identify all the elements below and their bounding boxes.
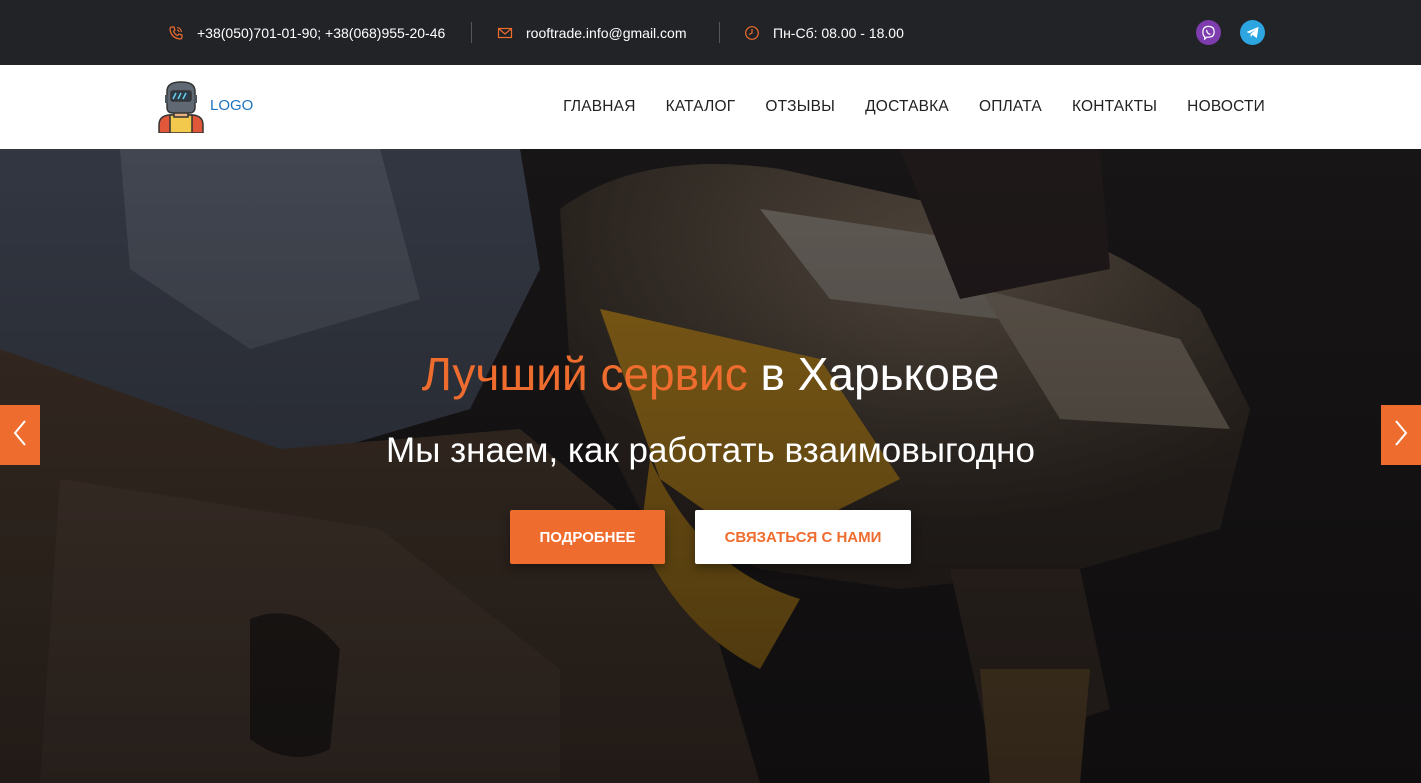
menu-item-payment[interactable]: ОПЛАТА (979, 98, 1042, 116)
email-text: rooftrade.info@gmail.com (526, 24, 687, 41)
chevron-right-icon (1394, 419, 1408, 452)
slider-next-button[interactable] (1381, 405, 1421, 465)
telegram-icon[interactable] (1240, 20, 1265, 45)
hero-title-accent: Лучший сервис (421, 348, 748, 400)
phone-contact[interactable]: +38(050)701-01-90; +38(068)955-20-46 (168, 0, 445, 65)
logo-text[interactable]: LOGO (210, 97, 253, 114)
phone-icon (168, 25, 184, 41)
topbar-divider (719, 22, 720, 43)
menu-item-home[interactable]: ГЛАВНАЯ (563, 98, 636, 116)
hours-text: Пн-Сб: 08.00 - 18.00 (773, 24, 904, 41)
topbar-divider (471, 22, 472, 43)
menu-item-news[interactable]: НОВОСТИ (1187, 98, 1265, 116)
viber-icon[interactable] (1196, 20, 1221, 45)
main-menu: ГЛАВНАЯ КАТАЛОГ ОТЗЫВЫ ДОСТАВКА ОПЛАТА К… (533, 65, 1265, 149)
top-bar: +38(050)701-01-90; +38(068)955-20-46 roo… (0, 0, 1421, 65)
menu-item-delivery[interactable]: ДОСТАВКА (865, 98, 949, 116)
hero-title: Лучший сервис в Харькове (0, 347, 1421, 401)
menu-item-catalog[interactable]: КАТАЛОГ (666, 98, 736, 116)
main-header: LOGO ГЛАВНАЯ КАТАЛОГ ОТЗЫВЫ ДОСТАВКА ОПЛ… (0, 65, 1421, 149)
slider-prev-button[interactable] (0, 405, 40, 465)
email-contact[interactable]: rooftrade.info@gmail.com (497, 0, 687, 65)
hours-info: Пн-Сб: 08.00 - 18.00 (744, 0, 904, 65)
more-details-button[interactable]: ПОДРОБНЕЕ (510, 510, 665, 564)
welder-logo-icon[interactable] (156, 81, 206, 134)
chevron-left-icon (13, 419, 27, 452)
hero-title-rest: в Харькове (747, 348, 1000, 400)
contact-us-button[interactable]: СВЯЗАТЬСЯ С НАМИ (695, 510, 911, 564)
menu-item-reviews[interactable]: ОТЗЫВЫ (765, 98, 835, 116)
hero-slider: Лучший сервис в Харькове Мы знаем, как р… (0, 149, 1421, 783)
phone-text: +38(050)701-01-90; +38(068)955-20-46 (197, 24, 446, 41)
menu-item-contacts[interactable]: КОНТАКТЫ (1072, 98, 1157, 116)
clock-icon (744, 25, 760, 41)
hero-subtitle: Мы знаем, как работать взаимовыгодно (386, 431, 1035, 470)
mail-icon (497, 25, 513, 41)
